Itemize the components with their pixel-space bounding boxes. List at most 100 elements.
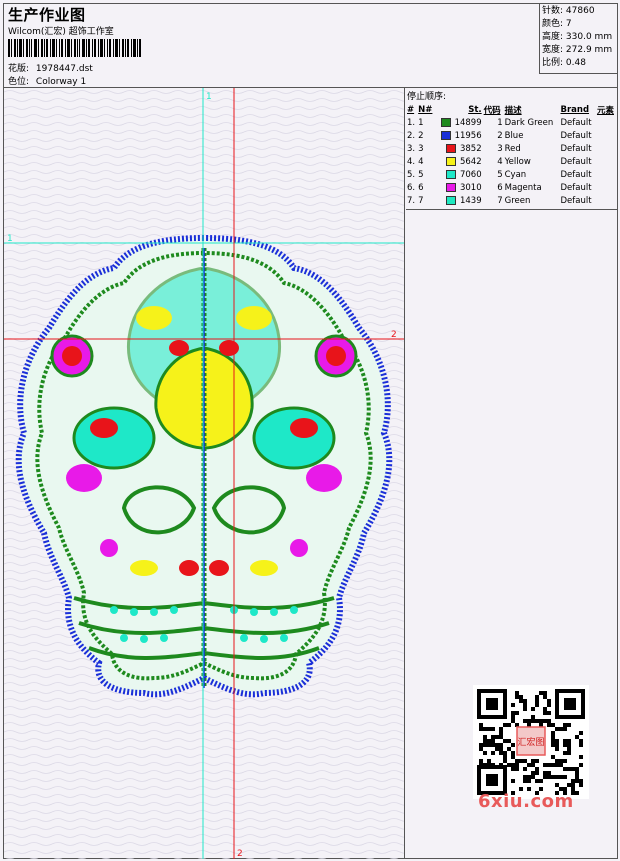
- row-index: 1.: [407, 117, 416, 128]
- row-index: 4.: [407, 156, 416, 167]
- row-element: [596, 129, 617, 142]
- row-description: Red: [504, 143, 521, 154]
- col-element: 元素: [596, 105, 614, 116]
- design-line: 花版: 1978447.dst: [8, 61, 93, 74]
- color-swatch: [440, 130, 451, 140]
- row-index: 5.: [407, 169, 416, 180]
- row-code: 4: [497, 156, 503, 167]
- row-brand: Default: [560, 156, 592, 167]
- colorway-line: 色位: Colorway 1: [8, 74, 86, 87]
- row-stitches: 1439: [435, 194, 483, 207]
- color-table-header: # N# St. 代码 描述 Brand 元素: [406, 103, 617, 116]
- colorway-value: Colorway 1: [35, 77, 87, 87]
- row-element: [596, 194, 617, 207]
- row-needle: 7: [418, 195, 424, 206]
- col-stitches: St.: [468, 104, 482, 115]
- row-stitches: 14899: [435, 116, 483, 129]
- color-table: # N# St. 代码 描述 Brand 元素 1. 1 14899 1 Dark Gr…: [406, 103, 617, 207]
- row-index: 7.: [407, 195, 416, 206]
- row-code: 1: [497, 117, 503, 128]
- worksheet-frame: 生产作业图 Wilcom(汇宏) 超饰工作室 花版: 1978447.dst 色…: [3, 3, 618, 859]
- embroidery-preview: 1 1 2 2: [4, 88, 404, 859]
- design-filename: 1978447.dst: [35, 64, 93, 74]
- colorway-label: 色位:: [8, 77, 30, 87]
- stat-scale: 比例: 0.48: [542, 58, 586, 68]
- row-code: 2: [497, 130, 503, 141]
- row-code: 7: [497, 195, 503, 206]
- row-index: 3.: [407, 143, 416, 154]
- row-brand: Default: [560, 195, 592, 206]
- row-element: [596, 168, 617, 181]
- design-canvas[interactable]: 1 1 2 2: [4, 88, 405, 859]
- color-swatch: [445, 182, 456, 192]
- stat-width: 宽度: 272.9 mm: [542, 45, 613, 55]
- color-swatch: [445, 156, 456, 166]
- header: 生产作业图 Wilcom(汇宏) 超饰工作室 花版: 1978447.dst 色…: [4, 4, 617, 88]
- row-brand: Default: [560, 130, 592, 141]
- row-brand: Default: [560, 169, 592, 180]
- row-stitches: 11956: [435, 129, 483, 142]
- color-row[interactable]: 1. 1 14899 1 Dark Green Default: [406, 116, 617, 129]
- row-brand: Default: [560, 117, 592, 128]
- row-description: Yellow: [504, 156, 531, 167]
- row-needle: 2: [418, 130, 424, 141]
- col-brand: Brand: [560, 104, 590, 115]
- stop-sequence-panel: 停止顺序: # N# St. 代码 描述 Brand 元素 1. 1 14899 1 D…: [406, 88, 617, 859]
- watermark: 6xiu.com: [478, 791, 574, 812]
- col-code: 代码: [483, 105, 501, 116]
- color-swatch: [445, 195, 456, 205]
- embroidery-design: [15, 234, 393, 698]
- guide-v1-label: 1: [206, 92, 212, 102]
- row-needle: 3: [418, 143, 424, 154]
- row-element: [596, 142, 617, 155]
- row-needle: 1: [418, 117, 424, 128]
- guide-v2-label: 2: [237, 849, 243, 859]
- stat-stitches: 针数: 47860: [542, 6, 595, 16]
- row-code: 5: [497, 169, 503, 180]
- stat-colors: 颜色: 7: [542, 19, 572, 29]
- row-element: [596, 116, 617, 129]
- design-stats: 针数: 47860 颜色: 7 高度: 330.0 mm 宽度: 272.9 m…: [539, 4, 617, 74]
- color-row[interactable]: 5. 5 7060 5 Cyan Default: [406, 168, 617, 181]
- svg-text:汇宏图: 汇宏图: [517, 736, 544, 748]
- row-description: Green: [504, 195, 531, 206]
- color-swatch: [445, 169, 456, 179]
- col-index: #: [407, 104, 415, 115]
- col-needle: N#: [418, 104, 433, 115]
- color-row[interactable]: 6. 6 3010 6 Magenta Default: [406, 181, 617, 194]
- row-code: 6: [497, 182, 503, 193]
- row-description: Dark Green: [504, 117, 554, 128]
- color-row[interactable]: 4. 4 5642 4 Yellow Default: [406, 155, 617, 168]
- guide-h2-label: 2: [391, 330, 397, 340]
- color-swatch: [440, 117, 451, 127]
- row-index: 6.: [407, 182, 416, 193]
- row-brand: Default: [560, 182, 592, 193]
- row-stitches: 3852: [435, 142, 483, 155]
- color-row[interactable]: 2. 2 11956 2 Blue Default: [406, 129, 617, 142]
- stat-height: 高度: 330.0 mm: [542, 32, 613, 42]
- row-needle: 5: [418, 169, 424, 180]
- color-swatch: [445, 143, 456, 153]
- row-brand: Default: [560, 143, 592, 154]
- row-element: [596, 155, 617, 168]
- row-needle: 4: [418, 156, 424, 167]
- row-description: Magenta: [504, 182, 542, 193]
- table-divider: [406, 209, 617, 210]
- qr-code: 汇宏图: [473, 685, 589, 799]
- color-row[interactable]: 7. 7 1439 7 Green Default: [406, 194, 617, 207]
- design-label: 花版:: [8, 64, 30, 74]
- row-stitches: 3010: [435, 181, 483, 194]
- row-index: 2.: [407, 130, 416, 141]
- row-element: [596, 181, 617, 194]
- row-stitches: 5642: [435, 155, 483, 168]
- guide-h1-label: 1: [7, 234, 13, 244]
- stop-sequence-title: 停止顺序:: [407, 92, 447, 102]
- color-row[interactable]: 3. 3 3852 3 Red Default: [406, 142, 617, 155]
- row-stitches: 7060: [435, 168, 483, 181]
- row-needle: 6: [418, 182, 424, 193]
- software-subtitle: Wilcom(汇宏) 超饰工作室: [8, 27, 114, 37]
- page-title: 生产作业图: [8, 6, 86, 24]
- barcode: [8, 39, 141, 57]
- col-description: 描述: [504, 105, 522, 116]
- row-code: 3: [497, 143, 503, 154]
